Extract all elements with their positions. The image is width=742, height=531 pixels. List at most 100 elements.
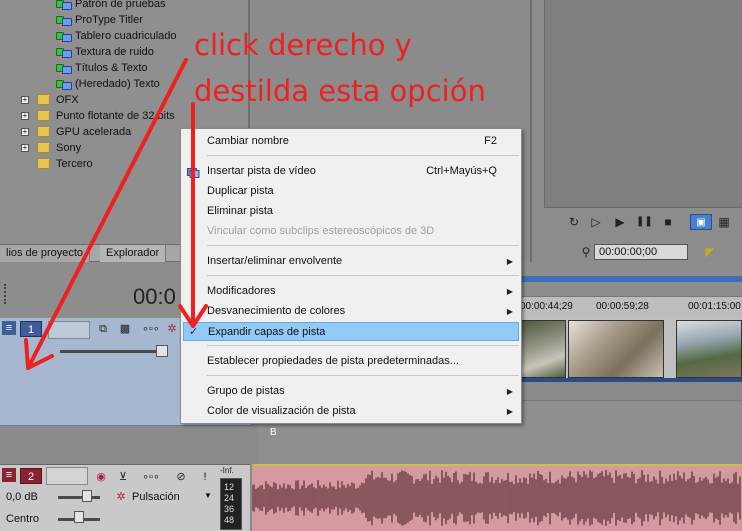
video-track-number: 1 <box>20 321 42 337</box>
plugin-icon <box>56 0 72 10</box>
menu-separator <box>207 155 519 156</box>
meter-peak-label: -Inf. <box>220 466 234 475</box>
menu-item-label: Insertar/eliminar envolvente <box>207 255 343 267</box>
pan-mode-select[interactable]: Pulsación <box>132 491 180 503</box>
tab-explorer[interactable]: Explorador <box>100 245 167 262</box>
grip-handle[interactable] <box>4 284 8 304</box>
menu-item-label: Establecer propiedades de pista predeter… <box>207 355 459 367</box>
menu-shortcut: Ctrl+Mayús+Q <box>426 165 497 177</box>
compositing-icon[interactable]: ▩ <box>118 322 132 336</box>
menu-item-label: Duplicar pista <box>207 185 274 197</box>
volume-slider-thumb[interactable] <box>82 490 92 502</box>
invert-phase-icon[interactable]: ⊻ <box>116 470 130 484</box>
marker-icon: ◤ <box>705 245 715 259</box>
tree-expander-icon[interactable]: + <box>21 112 29 120</box>
tree-item[interactable]: GPU acelerada <box>56 124 131 140</box>
video-clip[interactable] <box>676 320 742 378</box>
insert-video-track-icon <box>187 166 200 178</box>
tree-item[interactable]: Tablero cuadriculado <box>75 28 177 44</box>
level-slider-thumb[interactable] <box>156 345 168 357</box>
tree-expander-icon[interactable]: + <box>21 128 29 136</box>
plugin-icon <box>56 47 72 58</box>
audio-track-name-field[interactable] <box>46 467 88 485</box>
menu-item[interactable]: Expandir capas de pista ✓ <box>183 322 519 341</box>
project-timecode: 00:0 <box>133 284 176 309</box>
track-collapse-icon[interactable]: ≡ <box>2 321 16 335</box>
menu-item-label: Cambiar nombre <box>207 135 289 147</box>
tree-item[interactable]: Textura de ruido <box>75 44 154 60</box>
audio-track-number: 2 <box>20 468 42 484</box>
menu-shortcut: F2 <box>484 135 497 147</box>
tab-project-media[interactable]: lios de proyecto <box>0 245 91 262</box>
menu-item[interactable]: Color de visualización de pista ▶ <box>183 402 519 421</box>
menu-item[interactable]: Cambiar nombre F2 <box>183 132 519 151</box>
submenu-arrow-icon: ▶ <box>506 287 513 296</box>
menu-separator <box>207 345 519 346</box>
fx-chain-icon[interactable]: ∘▫∘ <box>142 322 160 336</box>
menu-item[interactable]: Duplicar pista <box>183 182 519 201</box>
meter-scale-label: 24 <box>224 493 235 503</box>
split-screen-icon[interactable]: ▣ <box>690 214 712 230</box>
loop-icon[interactable]: ↻ <box>566 214 582 230</box>
gear-icon[interactable]: ✲ <box>114 490 128 504</box>
preview-timecode[interactable]: 00:00:00;00 <box>594 244 688 260</box>
tree-expander-icon[interactable]: + <box>21 144 29 152</box>
plugin-icon <box>56 15 72 26</box>
menu-separator <box>207 275 519 276</box>
tree-item[interactable]: (Heredado) Texto <box>75 76 160 92</box>
menu-item[interactable]: Modificadores ▶ <box>183 282 519 301</box>
menu-item-label: Eliminar pista <box>207 205 274 217</box>
menu-item[interactable]: Grupo de pistas ▶ <box>183 382 519 401</box>
tree-expander-icon[interactable]: + <box>21 96 29 104</box>
tree-item[interactable]: Títulos & Texto <box>75 60 148 76</box>
menu-item: Vincular como subclips estereoscópicos d… <box>183 222 519 241</box>
menu-separator <box>207 375 519 376</box>
menu-item[interactable]: Eliminar pista <box>183 202 519 221</box>
tree-item[interactable]: Sony <box>56 140 81 156</box>
track-fx-icon[interactable]: ✲ <box>165 322 179 336</box>
level-slider-track[interactable] <box>60 350 168 353</box>
submenu-arrow-icon: ▶ <box>506 387 513 396</box>
volume-slider-track[interactable] <box>58 496 100 499</box>
menu-item[interactable]: Desvanecimiento de colores ▶ <box>183 302 519 321</box>
motion-icon[interactable]: ⧉ <box>96 322 110 336</box>
pan-slider-thumb[interactable] <box>74 511 84 523</box>
timecode-icon: ⚲ <box>581 245 591 259</box>
mute-icon[interactable]: ⊘ <box>174 470 188 484</box>
timeline-marker[interactable]: B <box>270 427 280 439</box>
video-clip[interactable] <box>568 320 664 378</box>
video-clip[interactable] <box>520 320 566 378</box>
meter-scale-label: 36 <box>224 504 235 514</box>
tree-item[interactable]: Punto flotante de 32 bits <box>56 108 175 124</box>
track-context-menu: Cambiar nombre F2 Insertar pista de vídeo C… <box>180 128 522 424</box>
menu-item-label: Desvanecimiento de colores <box>207 305 346 317</box>
submenu-arrow-icon: ▶ <box>506 307 513 316</box>
record-arm-icon[interactable]: ◉ <box>94 470 108 484</box>
ruler-label: 00:00:44;29 <box>520 301 573 312</box>
video-track-name-field[interactable] <box>48 321 90 339</box>
play-icon[interactable]: ▶ <box>612 214 628 230</box>
overlay-icon[interactable]: ▦ <box>716 214 732 230</box>
volume-value: 0,0 dB <box>6 491 38 503</box>
tree-item[interactable]: Tercero <box>56 156 93 172</box>
submenu-arrow-icon: ▶ <box>506 407 513 416</box>
chevron-down-icon[interactable]: ▼ <box>204 491 212 500</box>
pause-icon[interactable]: ❚❚ <box>636 214 653 230</box>
menu-item[interactable]: Insertar/eliminar envolvente ▶ <box>183 252 519 271</box>
annotation-text: click derecho y destilda esta opción <box>194 22 524 114</box>
solo-icon[interactable]: ! <box>198 470 212 484</box>
tree-item[interactable]: Patrón de pruebas <box>75 0 166 12</box>
tree-item[interactable]: ProType Titler <box>75 12 143 28</box>
checkmark-icon: ✓ <box>189 326 199 338</box>
plugin-icon <box>56 79 72 90</box>
track-collapse-icon[interactable]: ≡ <box>2 468 16 482</box>
stop-icon[interactable]: ■ <box>660 214 676 230</box>
menu-item-label: Expandir capas de pista <box>208 326 326 338</box>
play-from-start-icon[interactable]: ▷ <box>588 214 604 230</box>
meter-scale-label: 12 <box>224 482 235 492</box>
menu-item[interactable]: Insertar pista de vídeo Ctrl+Mayús+Q <box>183 162 519 181</box>
annotation-line: destilda esta opción <box>194 74 486 108</box>
menu-item[interactable]: Establecer propiedades de pista predeter… <box>183 352 519 371</box>
tree-item[interactable]: OFX <box>56 92 79 108</box>
fx-chain-icon[interactable]: ∘▫∘ <box>140 470 162 484</box>
